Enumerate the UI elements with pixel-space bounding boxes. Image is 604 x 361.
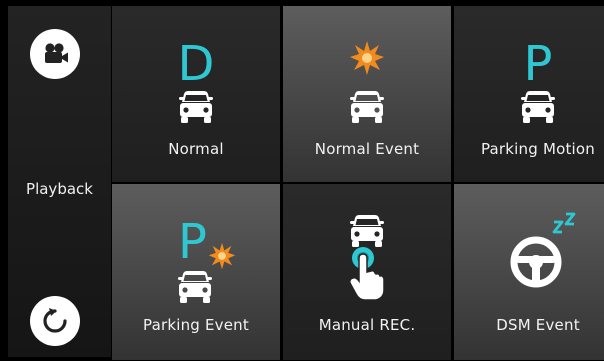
steering-wheel-icon	[510, 236, 562, 288]
car-icon	[350, 91, 384, 123]
playback-label[interactable]: Playback	[8, 180, 111, 198]
drive-glyph: D	[177, 36, 215, 92]
tile-dsm-event[interactable]: DSM Event	[454, 184, 604, 360]
sidebar: Playback	[8, 6, 111, 357]
parking-glyph: P	[178, 214, 207, 270]
tile-parking-motion[interactable]: P Parking Motion	[454, 6, 604, 182]
parking-glyph: P	[523, 36, 553, 92]
tile-parking-event[interactable]: P Parking Event	[112, 184, 280, 360]
refresh-icon	[43, 308, 67, 333]
tile-label: Parking Event	[143, 316, 249, 334]
tile-normal-event[interactable]: Normal Event	[283, 6, 451, 182]
refresh-button[interactable]	[30, 296, 80, 346]
tile-label: DSM Event	[496, 316, 580, 334]
tile-normal[interactable]: D Normal	[112, 6, 280, 182]
hand-tap-icon	[349, 247, 385, 301]
tile-manual-rec[interactable]: Manual REC.	[283, 184, 451, 360]
tile-label: Parking Motion	[480, 140, 596, 158]
tile-label: Normal Event	[314, 140, 420, 158]
car-icon	[179, 91, 213, 123]
car-icon	[350, 215, 384, 247]
burst-icon	[208, 242, 236, 270]
car-icon	[178, 271, 212, 303]
sleep-zz-icon	[552, 212, 576, 234]
video-camera-button[interactable]	[30, 29, 80, 79]
dashcam-menu-screen: Playback D Normal Normal Event P Parking…	[0, 0, 604, 361]
tile-label: Normal	[168, 140, 224, 158]
burst-icon	[350, 41, 384, 75]
video-camera-icon	[45, 43, 68, 63]
tile-label: Manual REC.	[318, 316, 416, 334]
car-icon	[521, 91, 555, 123]
